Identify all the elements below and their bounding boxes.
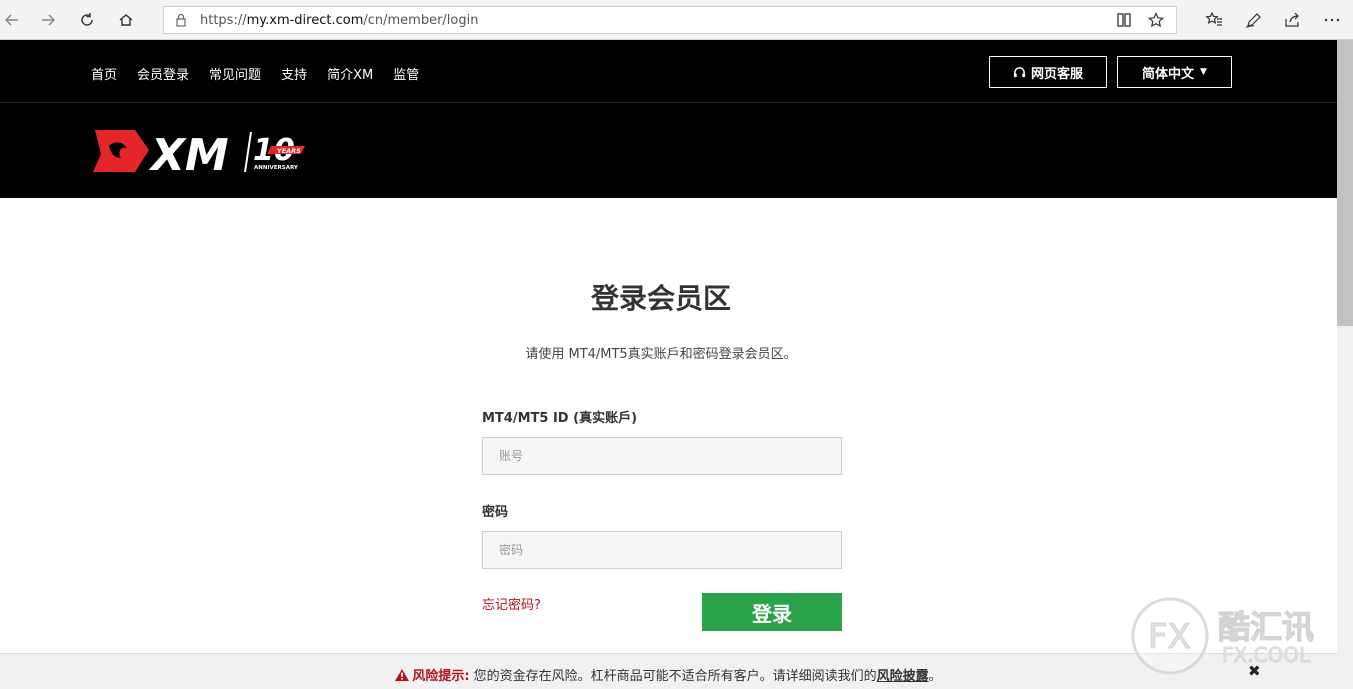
nav-link-home[interactable]: 首页	[91, 64, 117, 83]
account-label: MT4/MT5 ID (真实账戶)	[482, 411, 638, 426]
svg-text:酷汇讯: 酷汇讯	[1218, 608, 1314, 646]
password-input[interactable]	[482, 531, 842, 569]
address-bar[interactable]: https://my.xm-direct.com/cn/member/login	[163, 6, 1177, 34]
refresh-icon[interactable]	[75, 8, 99, 32]
risk-body: 您的资金存在风险。杠杆商品可能不适合所有客户。请详细阅读我们的	[469, 669, 877, 684]
more-icon[interactable]	[1320, 8, 1344, 32]
svg-text:XM: XM	[148, 130, 229, 176]
account-input[interactable]	[482, 437, 842, 475]
lock-icon	[176, 13, 186, 27]
nav-links: 首页 会员登录 常见问题 支持 简介XM 监管	[91, 64, 439, 83]
site-top-nav: 首页 会员登录 常见问题 支持 简介XM 监管 网页客服 简体中文 ▼	[0, 40, 1337, 103]
headset-icon	[1013, 66, 1026, 77]
browser-toolbar: https://my.xm-direct.com/cn/member/login	[0, 0, 1353, 40]
forgot-password-link[interactable]: 忘记密码?	[482, 594, 541, 613]
risk-disclosure-link[interactable]: 风险披露	[877, 669, 929, 684]
svg-text:FX.COOL: FX.COOL	[1222, 643, 1311, 667]
pen-icon[interactable]	[1241, 8, 1265, 32]
nav-link-about-xm[interactable]: 简介XM	[327, 64, 373, 83]
password-label: 密码	[482, 505, 509, 520]
language-selector[interactable]: 简体中文 ▼	[1117, 56, 1232, 88]
nav-link-member-login[interactable]: 会员登录	[137, 64, 189, 83]
svg-text:YEARS: YEARS	[277, 147, 301, 155]
nav-link-support[interactable]: 支持	[281, 64, 307, 83]
nav-link-faq[interactable]: 常见问题	[209, 64, 261, 83]
login-subtitle: 请使用 MT4/MT5真实账戶和密码登录会员区。	[525, 347, 797, 362]
svg-text:FX: FX	[1148, 617, 1191, 657]
warning-icon	[395, 669, 410, 681]
favorites-icon[interactable]	[1202, 8, 1226, 32]
language-label: 简体中文	[1142, 66, 1195, 82]
caret-down-icon: ▼	[1200, 67, 1207, 77]
add-favorite-star-icon[interactable]	[1148, 12, 1164, 28]
risk-prefix: 风险提示:	[412, 669, 470, 684]
scrollbar-thumb[interactable]	[1337, 40, 1353, 326]
reading-view-icon[interactable]	[1116, 12, 1132, 28]
fx-cool-watermark: FX 酷汇讯 FX.COOL	[1131, 597, 1315, 675]
risk-suffix: 。	[928, 669, 942, 684]
url-text: https://my.xm-direct.com/cn/member/login	[200, 13, 478, 28]
url-path: /cn/member/login	[363, 13, 479, 28]
nav-link-regulation[interactable]: 监管	[393, 64, 419, 83]
home-icon[interactable]	[114, 8, 138, 32]
live-chat-label: 网页客服	[1030, 66, 1083, 82]
forward-icon[interactable]	[36, 8, 60, 32]
url-prefix: https://	[200, 13, 247, 28]
login-title: 登录会员区	[590, 282, 731, 315]
live-chat-button[interactable]: 网页客服	[989, 56, 1107, 88]
share-icon[interactable]	[1280, 8, 1304, 32]
xm-10-years-logo[interactable]: XM 10 YEARS ANNIVERSARY	[91, 128, 306, 176]
svg-text:ANNIVERSARY: ANNIVERSARY	[254, 165, 299, 171]
url-domain: my.xm-direct.com	[246, 13, 364, 28]
back-icon[interactable]	[0, 8, 24, 32]
logo-band: XM 10 YEARS ANNIVERSARY	[0, 103, 1337, 198]
login-button[interactable]: 登录	[702, 593, 842, 631]
